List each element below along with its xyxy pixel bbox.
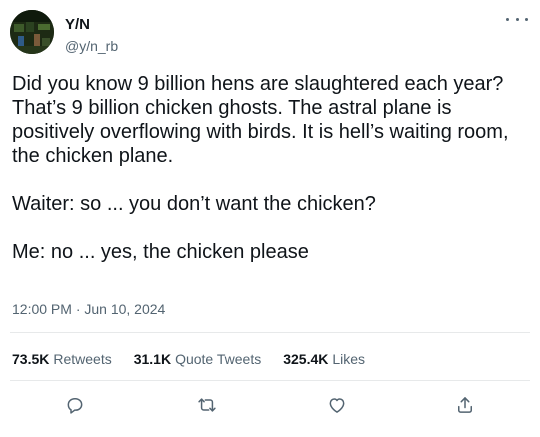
- divider-top: [10, 332, 530, 333]
- tweet-text: Did you know 9 billion hens are slaughte…: [12, 73, 509, 263]
- retweet-icon[interactable]: [195, 393, 219, 417]
- quote-tweets-count: 31.1K: [133, 351, 172, 367]
- like-icon[interactable]: [325, 393, 349, 417]
- avatar[interactable]: [10, 10, 54, 54]
- quote-tweets-stat[interactable]: 31.1K Quote Tweets: [134, 350, 262, 368]
- reply-icon[interactable]: [63, 393, 87, 417]
- tweet-timestamp[interactable]: 12:00 PM · Jun 10, 2024: [12, 300, 165, 318]
- tweet-stats: 73.5K Retweets 31.1K Quote Tweets 325.4K Li…: [12, 350, 387, 368]
- tweet-card: Y/N @y/n_rb Did you know 9 billion hens …: [0, 0, 540, 437]
- more-options-icon[interactable]: [506, 12, 528, 26]
- author-handle[interactable]: @y/n_rb: [65, 37, 118, 55]
- retweets-label: Retweets: [53, 351, 112, 367]
- share-icon[interactable]: [453, 393, 477, 417]
- retweets-count: 73.5K: [12, 351, 50, 367]
- avatar-image: [10, 10, 54, 54]
- retweets-stat[interactable]: 73.5K Retweets: [12, 350, 112, 368]
- likes-count: 325.4K: [283, 351, 329, 367]
- likes-label: Likes: [332, 351, 366, 367]
- divider-bottom: [10, 380, 530, 381]
- author-names: Y/N @y/n_rb: [65, 16, 118, 55]
- tweet-header: Y/N @y/n_rb: [10, 10, 530, 58]
- likes-stat[interactable]: 325.4K Likes: [283, 350, 365, 368]
- quote-tweets-label: Quote Tweets: [175, 351, 262, 367]
- tweet-actions: [0, 393, 540, 417]
- author-display-name[interactable]: Y/N: [65, 16, 118, 34]
